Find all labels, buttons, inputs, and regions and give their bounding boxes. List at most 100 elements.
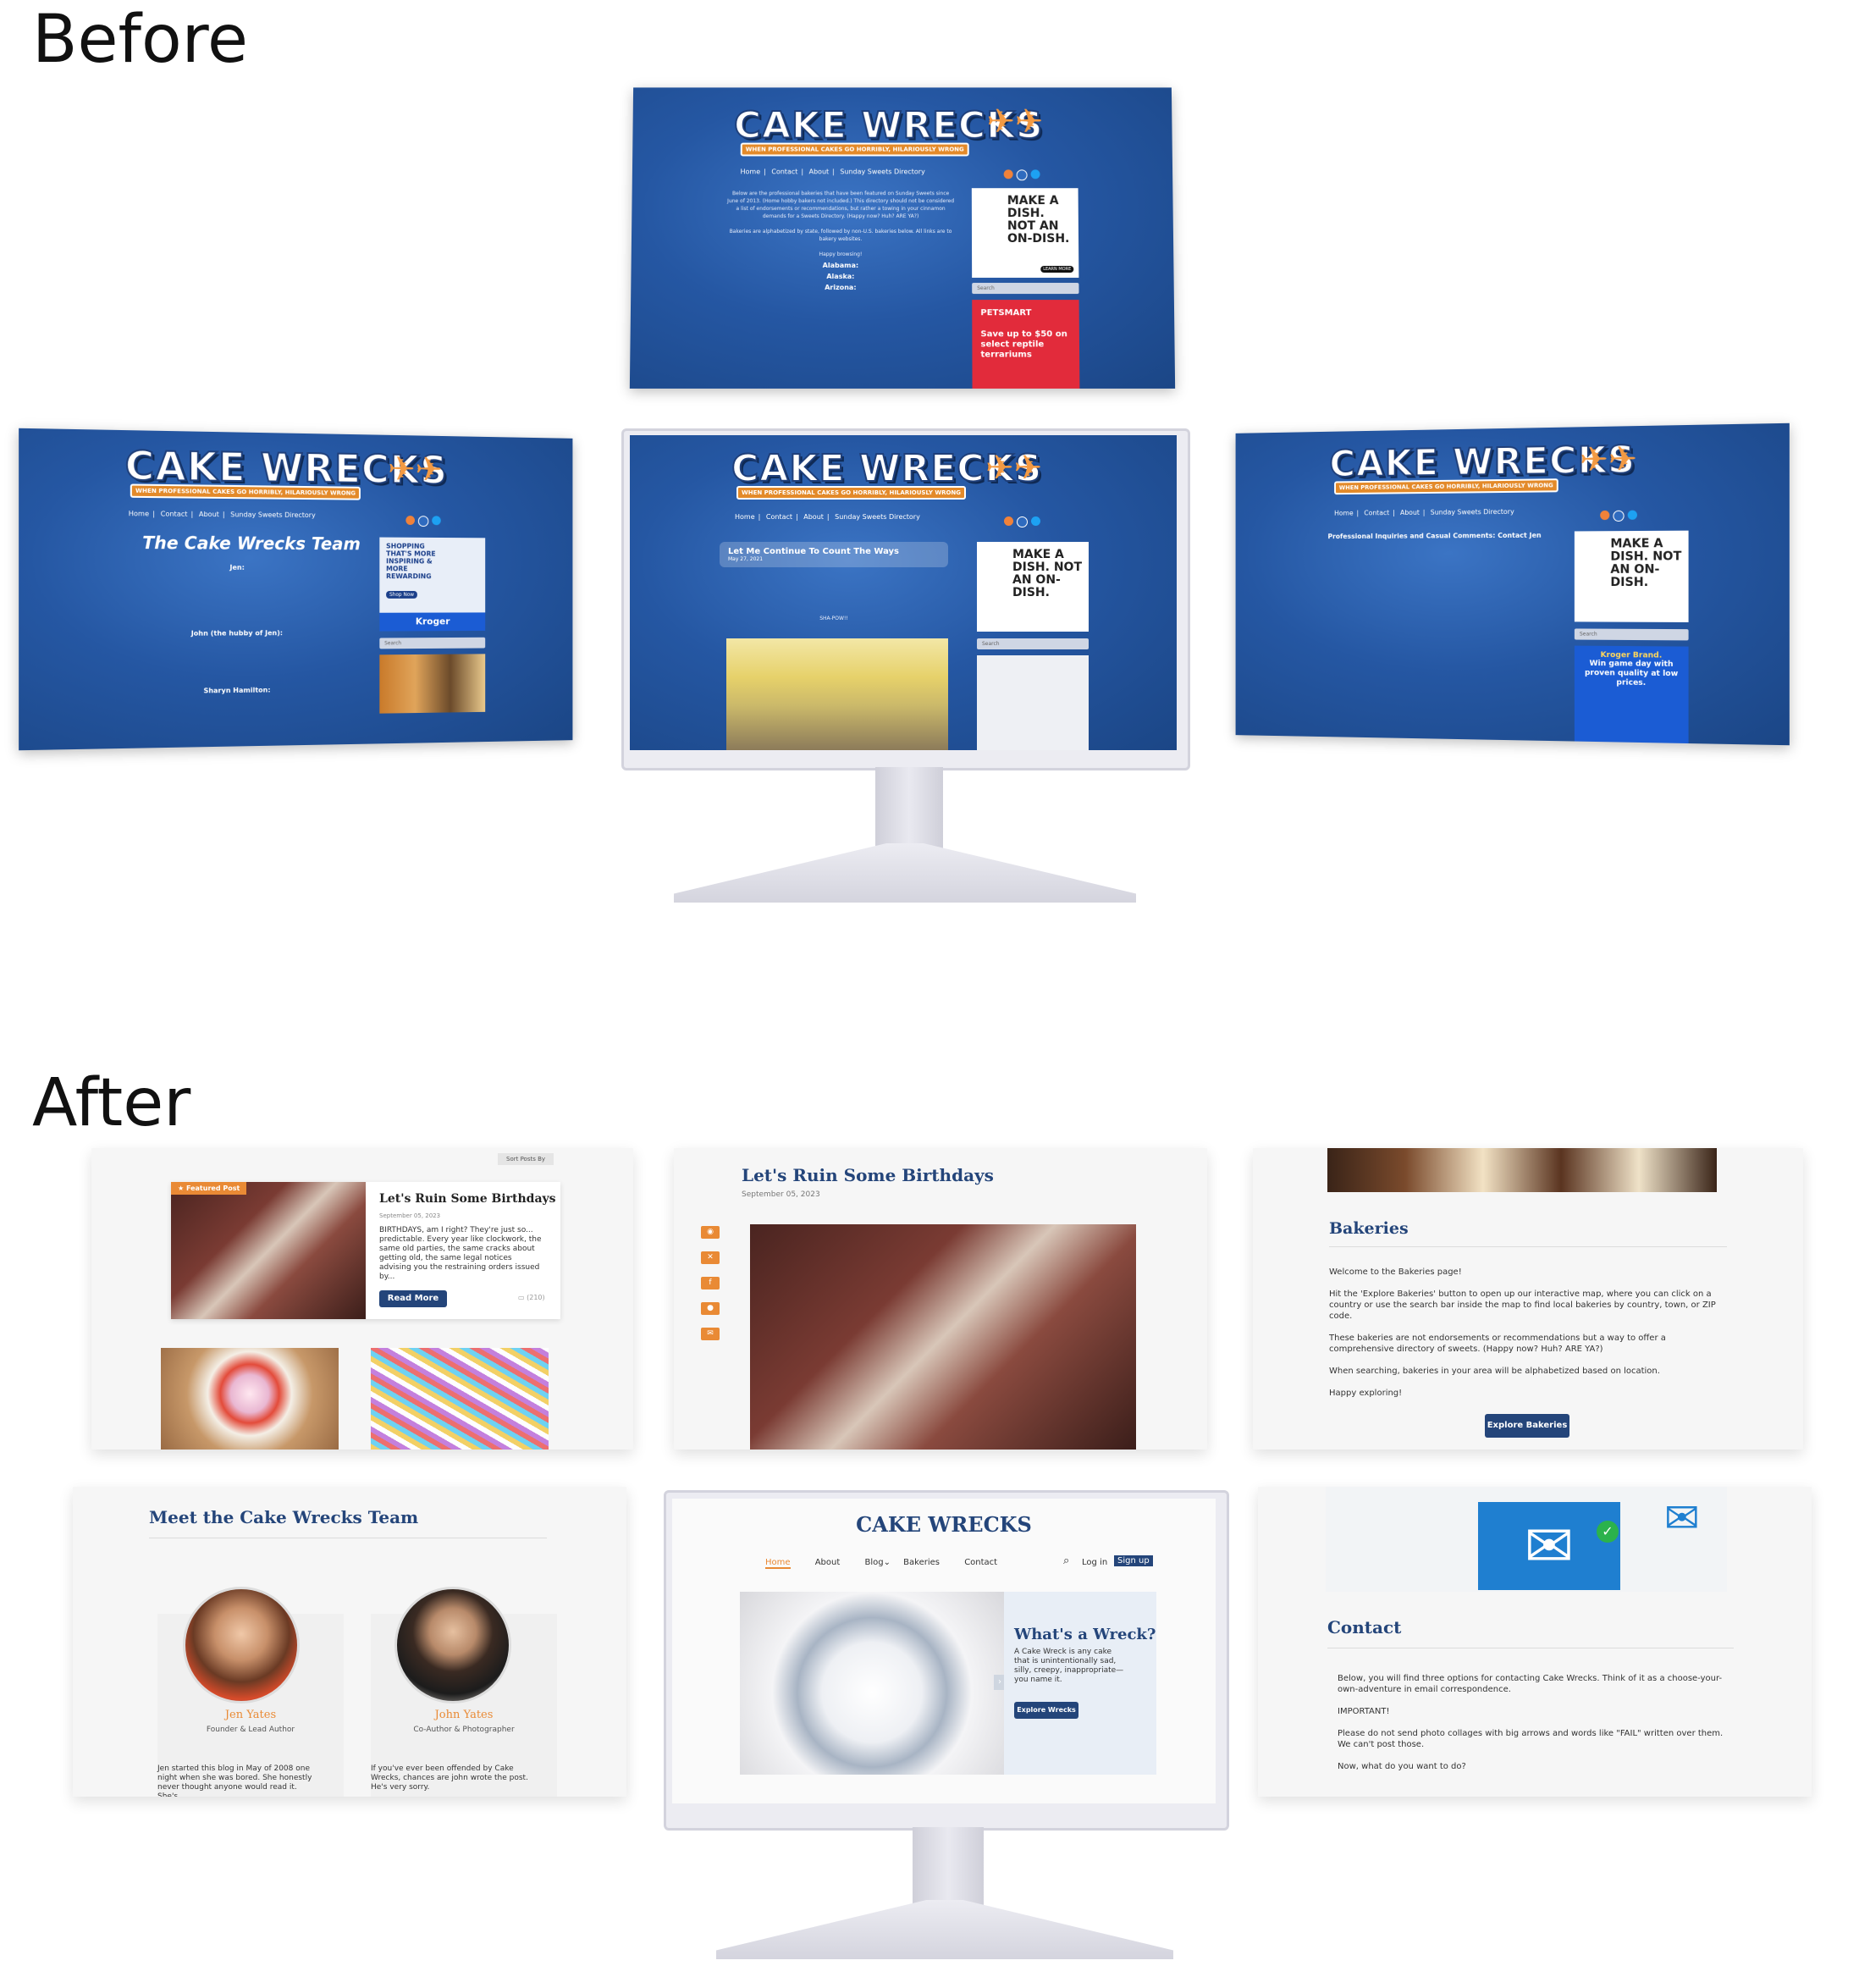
post-thumb-cake[interactable] — [161, 1348, 339, 1450]
bakeries-title: Bakeries — [1329, 1219, 1409, 1238]
old-directory-note: Bakeries are alphabetized by state, foll… — [726, 228, 955, 243]
old-ad-petsmart-text: Save up to $50 on select reptile terrari… — [980, 329, 1071, 360]
old-ad-dish-text-3: MAKE A DISH. NOT AN ON-DISH. — [1610, 538, 1681, 589]
old-ad-dish-2[interactable]: MAKE A DISH. NOT AN ON-DISH. — [977, 542, 1089, 632]
home-nav-about[interactable]: About — [815, 1558, 841, 1567]
chevron-down-icon[interactable]: ⌄ — [884, 1558, 891, 1567]
featured-post-card[interactable]: ★ Featured Post Let's Ruin Some Birthday… — [171, 1182, 560, 1319]
old-nav-2: Home | Contact | About | Sunday Sweets Dire… — [125, 510, 319, 519]
contact-hero-image: ✉ ✓ ✉ — [1326, 1487, 1727, 1592]
old-team-sharyn: Sharyn Hamilton: — [108, 685, 363, 696]
home-nav: Home About Blog⌄ Bakeries Contact — [765, 1558, 997, 1567]
old-ad-kroger-win: Win game day with proven quality at low … — [1575, 660, 1689, 689]
bakeries-text: Welcome to the Bakeries page! Hit the 'E… — [1329, 1267, 1727, 1399]
comment-count[interactable]: ▭ (210) — [518, 1294, 545, 1301]
featured-post-title[interactable]: Let's Ruin Some Birthdays — [379, 1192, 556, 1206]
post-page-title: Let's Ruin Some Birthdays — [742, 1165, 994, 1185]
new-bakeries-screen: Bakeries Welcome to the Bakeries page! H… — [1253, 1148, 1803, 1450]
old-nav-home-2[interactable]: Home — [129, 510, 149, 517]
login-link[interactable]: Log in — [1082, 1558, 1107, 1567]
home-logo[interactable]: CAKE WRECKS — [672, 1512, 1216, 1537]
reddit-icon[interactable]: ● — [701, 1302, 720, 1315]
rss-icon[interactable] — [1004, 169, 1013, 179]
rss-icon[interactable] — [1004, 516, 1013, 526]
post-thumb-sprinkles[interactable] — [371, 1348, 549, 1450]
old-nav-about-3[interactable]: About — [803, 513, 824, 521]
explore-bakeries-button[interactable]: Explore Bakeries — [1485, 1414, 1569, 1438]
old-social-2 — [405, 516, 440, 527]
before-heading: Before — [32, 2, 248, 78]
cake-figures-icon: ✈✈ — [1580, 439, 1637, 480]
new-contact-screen: ✉ ✓ ✉ Contact Below, you will find three… — [1258, 1487, 1812, 1797]
old-post-title[interactable]: Let Me Continue To Count The Ways — [728, 547, 940, 556]
old-nav-home-3[interactable]: Home — [735, 513, 755, 521]
old-nav-about-4[interactable]: About — [1400, 509, 1420, 516]
rss-icon[interactable] — [1600, 511, 1609, 520]
old-ad-dish[interactable]: MAKE A DISH. NOT AN ON-DISH. LEARN MORE — [972, 188, 1079, 278]
search-icon[interactable]: ⌕ — [1063, 1555, 1069, 1567]
old-nav-contact-2[interactable]: Contact — [161, 510, 188, 517]
twitter-icon[interactable] — [1031, 169, 1040, 179]
read-more-button[interactable]: Read More — [379, 1290, 447, 1307]
old-ad-dish-learn[interactable]: LEARN MORE — [1040, 266, 1073, 273]
home-nav-blog[interactable]: Blog — [864, 1558, 883, 1567]
twitter-icon[interactable] — [432, 516, 441, 525]
old-nav-sunday-2[interactable]: Sunday Sweets Directory — [230, 511, 315, 519]
twitter-icon[interactable] — [1031, 516, 1040, 526]
explore-wrecks-button[interactable]: Explore Wrecks — [1014, 1702, 1078, 1719]
old-nav-home[interactable]: Home — [741, 168, 761, 175]
old-post-date: May 27, 2021 — [728, 556, 940, 562]
old-nav-sunday[interactable]: Sunday Sweets Directory — [840, 168, 924, 175]
featured-post-image[interactable] — [171, 1182, 366, 1319]
comment-count-text: (210) — [527, 1294, 545, 1301]
old-nav-contact-4[interactable]: Contact — [1364, 509, 1389, 516]
old-nav-contact[interactable]: Contact — [771, 168, 797, 175]
old-directory-text: Below are the professional bakeries that… — [725, 190, 955, 295]
facebook-icon[interactable] — [418, 516, 429, 527]
home-nav-bakeries[interactable]: Bakeries — [903, 1558, 940, 1567]
x-icon[interactable]: ✕ — [701, 1251, 720, 1264]
old-ad-petsmart[interactable]: PETSMART Save up to $50 on select reptil… — [972, 300, 1079, 389]
signup-button[interactable]: Sign up — [1114, 1555, 1153, 1566]
after-heading: After — [32, 1065, 190, 1141]
whatsapp-icon[interactable]: ◉ — [701, 1226, 720, 1239]
old-nav-home-4[interactable]: Home — [1334, 510, 1354, 517]
featured-badge-label: Featured Post — [186, 1185, 240, 1192]
old-search-4[interactable]: Search — [1575, 628, 1689, 640]
old-post-cake-image — [726, 638, 948, 750]
bakeries-p1: Welcome to the Bakeries page! — [1329, 1267, 1727, 1278]
old-ad-kroger[interactable]: SHOPPING THAT'S MORE INSPIRING & MORE RE… — [379, 538, 485, 632]
facebook-icon[interactable]: f — [701, 1277, 720, 1289]
old-nav-about-2[interactable]: About — [199, 511, 219, 518]
old-nav-sunday-3[interactable]: Sunday Sweets Directory — [835, 513, 920, 521]
old-search[interactable]: Search — [972, 283, 1078, 294]
avatar-john — [394, 1587, 511, 1704]
old-search-3[interactable]: Search — [977, 638, 1089, 649]
old-ad-kroger-2[interactable]: Kroger Brand. Win game day with proven q… — [1575, 646, 1689, 743]
old-post-caption: SHA-POW!! — [720, 615, 948, 622]
facebook-icon[interactable] — [1613, 511, 1624, 522]
new-monitor-base — [716, 1900, 1173, 1959]
old-ad-dish-3[interactable]: MAKE A DISH. NOT AN ON-DISH. — [1575, 531, 1689, 622]
twitter-icon[interactable] — [1628, 511, 1637, 520]
old-search-2[interactable]: Search — [379, 638, 485, 649]
old-ad-dish-text-2: MAKE A DISH. NOT AN ON-DISH. — [1012, 549, 1082, 599]
old-nav-about[interactable]: About — [809, 168, 830, 175]
facebook-icon[interactable] — [1017, 169, 1028, 180]
old-nav-contact-3[interactable]: Contact — [766, 513, 792, 521]
old-ad-kroger-shop[interactable]: Shop Now — [386, 591, 417, 599]
old-tagline: WHEN PROFESSIONAL CAKES GO HORRIBLY, HIL… — [741, 143, 969, 157]
email-icon[interactable]: ✉ — [701, 1328, 720, 1340]
old-ad-dish-text: MAKE A DISH. NOT AN ON-DISH. — [1007, 195, 1072, 246]
home-nav-contact[interactable]: Contact — [964, 1558, 997, 1567]
new-home-screen: CAKE WRECKS Home About Blog⌄ Bakeries Co… — [672, 1499, 1216, 1803]
sort-posts-select[interactable]: Sort Posts By — [498, 1153, 554, 1165]
old-tagline-3: WHEN PROFESSIONAL CAKES GO HORRIBLY, HIL… — [736, 486, 966, 500]
old-ad-kroger-logo: Kroger — [379, 612, 485, 631]
old-social-3 — [1004, 516, 1040, 527]
home-nav-home[interactable]: Home — [765, 1558, 791, 1569]
facebook-icon[interactable] — [1017, 516, 1028, 527]
bakeries-divider — [1329, 1246, 1727, 1247]
rss-icon[interactable] — [405, 516, 415, 525]
old-nav-sunday-4[interactable]: Sunday Sweets Directory — [1431, 508, 1514, 516]
